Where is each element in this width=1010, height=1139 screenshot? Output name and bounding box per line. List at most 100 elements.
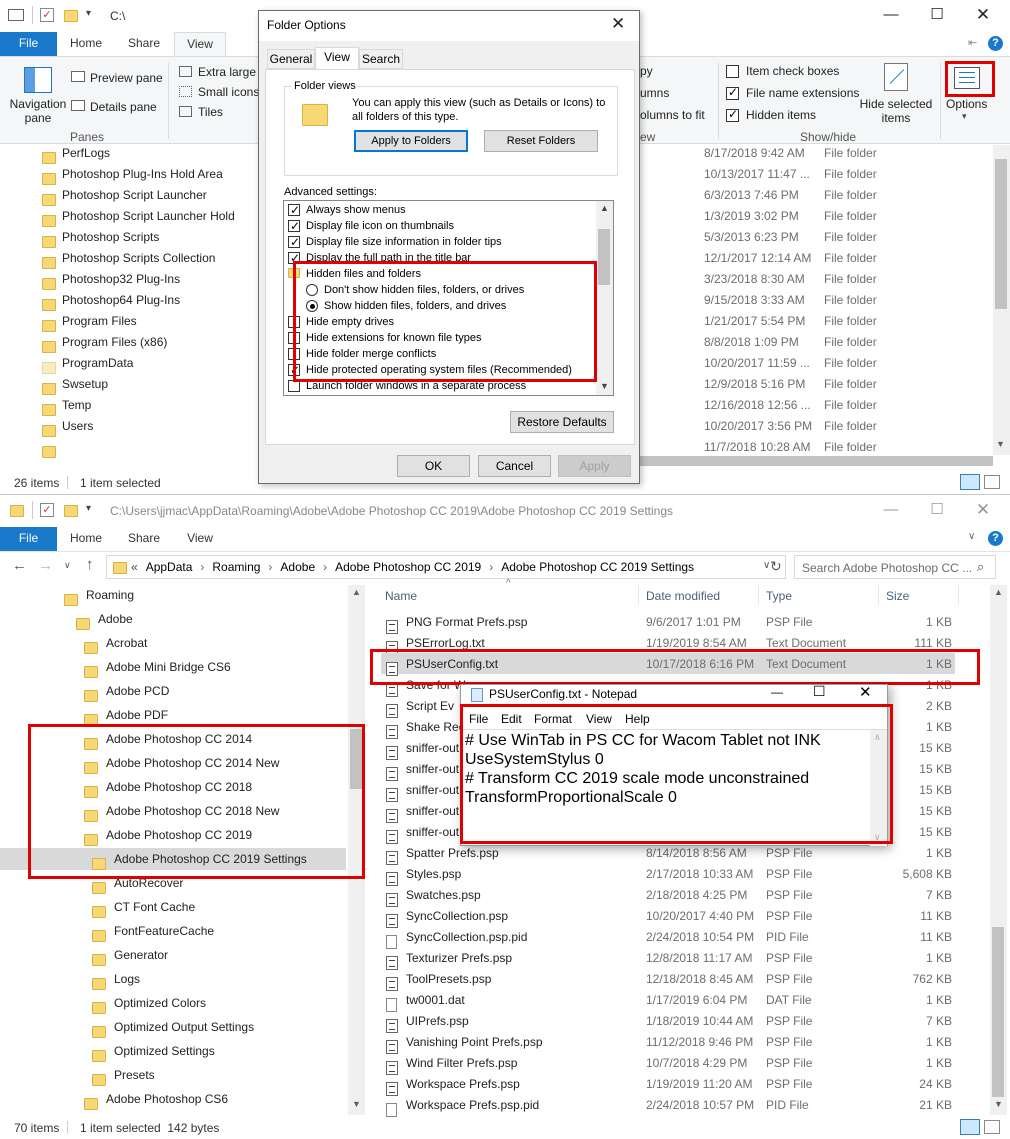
options-button[interactable]: Options [946,97,987,111]
ribbon-partial-2[interactable]: umns [640,86,669,100]
nav-scroll-down-icon[interactable]: ▼ [352,1099,361,1109]
file-row[interactable]: ToolPresets.psp 12/18/2018 8:45 AM PSP Fil… [386,969,952,991]
details-view-icon-2[interactable] [960,1119,980,1135]
setting-checkbox[interactable] [288,202,300,218]
list-item[interactable]: ProgramData [42,353,262,374]
file-scroll-down-icon[interactable]: ▼ [994,1099,1003,1109]
tab-file-2[interactable]: File [0,527,57,551]
list-item[interactable] [42,437,262,458]
options-dropdown-icon[interactable]: ▾ [962,111,967,122]
file-row[interactable]: Texturizer Prefs.psp 12/8/2018 11:17 AM PS… [386,948,952,970]
list-item[interactable]: Photoshop64 Plug-Ins [42,290,262,311]
help-icon-2[interactable]: ? [988,531,1003,546]
file-row[interactable]: Vanishing Point Prefs.psp 11/12/2018 9:46… [386,1032,952,1054]
breadcrumb-separator-icon[interactable]: › [323,560,327,574]
search-icon[interactable]: ⌕ [977,559,984,575]
extra-large-icons-option[interactable]: Extra large i [198,65,262,79]
large-icons-view-icon[interactable] [984,475,1000,489]
item-check-boxes-checkbox[interactable] [726,64,739,79]
list-item[interactable]: PerfLogs [42,143,262,164]
dialog-tab-general[interactable]: General [267,49,315,69]
close-button[interactable]: ✕ [960,0,1006,32]
column-size[interactable]: Size [886,589,909,603]
file-row[interactable]: Swatches.psp 2/18/2018 4:25 PM PSP File 7 K… [386,885,952,907]
list-item[interactable]: Photoshop Script Launcher [42,185,262,206]
ribbon-partial-1[interactable]: py [640,64,653,78]
details-pane-button[interactable]: Details pane [90,100,157,114]
minimize-button-2[interactable]: — [868,495,914,527]
reset-folders-button[interactable]: Reset Folders [484,130,598,152]
recent-locations-icon[interactable]: ∨ [64,560,71,571]
maximize-button-2[interactable]: ☐ [914,495,960,527]
preview-pane-button[interactable]: Preview pane [90,71,163,85]
tiles-option[interactable]: Tiles [198,105,223,119]
file-row[interactable]: Workspace Prefs.psp.pid 2/24/2018 10:57 P… [386,1095,952,1117]
advanced-scrollbar[interactable]: ▲ ▼ [596,201,613,395]
breadcrumb-item[interactable]: AppData [146,560,193,574]
up-button[interactable]: ↑ [86,556,94,573]
minimize-button[interactable]: — [868,0,914,32]
list-item[interactable]: Photoshop Plug-Ins Hold Area [42,164,262,185]
help-icon[interactable]: ? [988,36,1003,51]
top-horizontal-scrollbar[interactable] [640,456,993,466]
apply-button[interactable]: Apply [558,455,631,477]
tab-file[interactable]: File [0,32,57,56]
tab-home[interactable]: Home [58,32,114,56]
tab-share-2[interactable]: Share [116,527,172,551]
file-row[interactable]: Workspace Prefs.psp 1/19/2019 11:20 AM PSP… [386,1074,952,1096]
advanced-scroll-down-icon[interactable]: ▼ [600,381,609,391]
list-item[interactable]: Program Files (x86) [42,332,262,353]
qat-dropdown-icon[interactable]: ▾ [86,8,91,19]
close-button-2[interactable]: ✕ [960,495,1006,527]
file-scrollbar[interactable]: ▲ ▼ [990,585,1007,1115]
list-item[interactable]: Photoshop Script Launcher Hold [42,206,262,227]
new-folder-icon[interactable] [64,8,78,22]
maximize-button[interactable]: ☐ [914,0,960,32]
drive-icon[interactable] [8,9,24,21]
expand-ribbon-icon[interactable]: ∨ [968,531,975,542]
list-item[interactable]: Swsetup [42,374,262,395]
list-item[interactable]: Photoshop Scripts [42,227,262,248]
list-item[interactable]: Temp [42,395,262,416]
qat-dropdown-icon-2[interactable]: ▾ [86,503,91,514]
file-scroll-up-icon[interactable]: ▲ [994,587,1003,597]
file-row[interactable]: SyncCollection.psp.pid 2/24/2018 10:54 PM… [386,927,952,949]
setting-checkbox[interactable] [288,218,300,234]
notepad-maximize-button[interactable]: ☐ [813,683,826,700]
list-item[interactable]: Photoshop Scripts Collection [42,248,262,269]
tab-home-2[interactable]: Home [58,527,114,551]
top-vertical-scrollbar[interactable]: ▼ [993,145,1010,455]
breadcrumb-item[interactable]: Adobe Photoshop CC 2019 [335,560,481,574]
list-item[interactable]: Photoshop32 Plug-Ins [42,269,262,290]
folder-window-icon[interactable] [10,503,24,517]
breadcrumb-item[interactable]: Adobe [280,560,315,574]
details-view-icon[interactable] [960,474,980,490]
search-box[interactable]: Search Adobe Photoshop CC ... ⌕ [794,555,996,579]
breadcrumb-item[interactable]: Adobe Photoshop CC 2019 Settings [501,560,694,574]
forward-button[interactable]: → [38,557,53,574]
file-row[interactable]: UIPrefs.psp 1/18/2019 10:44 AM PSP File 7 K… [386,1011,952,1033]
notepad-minimize-button[interactable]: — [771,685,783,699]
tab-view[interactable]: View [174,32,226,56]
breadcrumb-separator-icon[interactable]: › [489,560,493,574]
properties-icon-2[interactable]: ✓ [40,503,54,517]
dialog-tab-search[interactable]: Search [359,49,403,69]
new-folder-icon-2[interactable] [64,503,78,517]
ribbon-partial-3[interactable]: olumns to fit [640,108,705,122]
top-scroll-thumb[interactable] [995,159,1007,309]
ok-button[interactable]: OK [397,455,470,477]
setting-checkbox[interactable] [288,234,300,250]
file-row[interactable]: Styles.psp 2/17/2018 10:33 AM PSP File 5,60… [386,864,952,886]
advanced-scroll-thumb[interactable] [598,229,610,285]
back-button[interactable]: ← [12,557,27,574]
notepad-close-button[interactable]: ✕ [859,683,872,701]
large-icons-view-icon-2[interactable] [984,1120,1000,1134]
breadcrumb-separator-icon[interactable]: › [268,560,272,574]
restore-defaults-button[interactable]: Restore Defaults [510,411,614,433]
tab-share[interactable]: Share [116,32,172,56]
column-type[interactable]: Type [766,589,792,603]
file-row[interactable]: PNG Format Prefs.psp 9/6/2017 1:01 PM PSP … [386,612,952,634]
tab-view-2[interactable]: View [174,527,226,551]
column-date[interactable]: Date modified [646,589,720,603]
properties-icon[interactable]: ✓ [40,8,54,22]
